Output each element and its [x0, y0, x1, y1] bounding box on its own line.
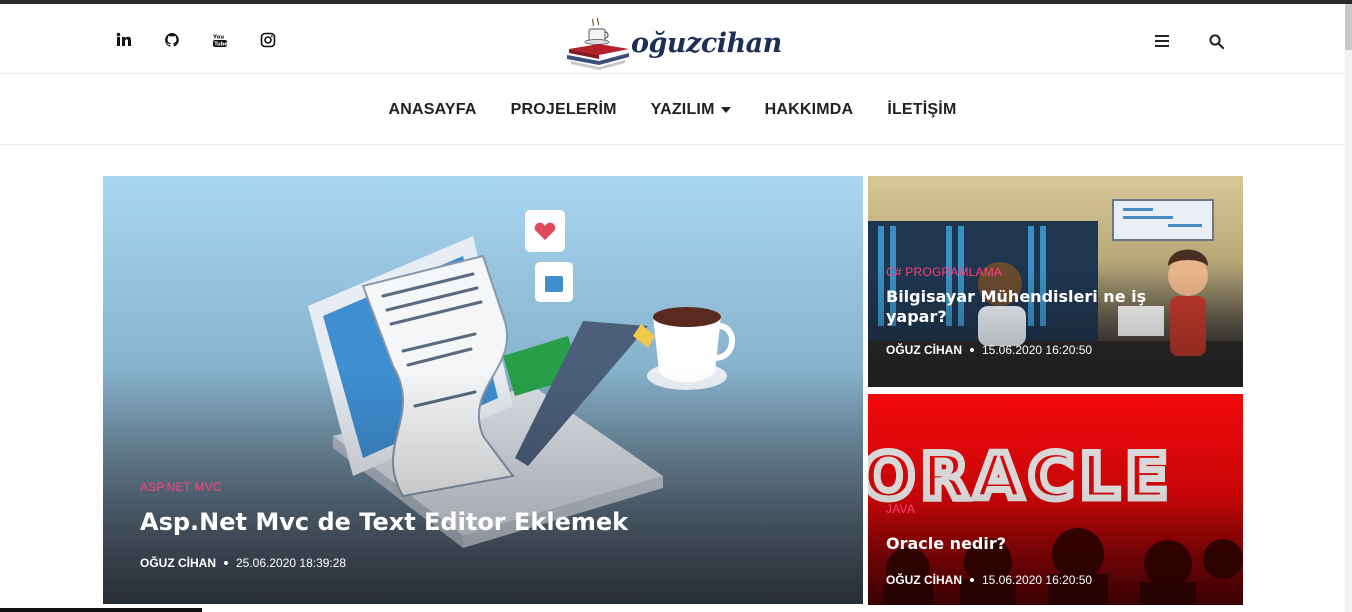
svg-text:Tube: Tube	[214, 42, 228, 48]
post-title[interactable]: Asp.Net Mvc de Text Editor Eklemek	[140, 508, 780, 536]
bottom-taskbar-edge	[0, 608, 202, 612]
main-navigation: ANASAYFA PROJELERİM YAZILIM HAKKIMDA İLE…	[0, 75, 1345, 145]
post-date: 25.06.2020 18:39:28	[236, 556, 347, 570]
post-meta: JAVA Oracle nedir? OĞUZ CİHAN 15.06.2020…	[886, 502, 1186, 587]
post-byline: OĞUZ CİHAN 15.06.2020 16:20:50	[886, 573, 1186, 587]
svg-text:You: You	[212, 35, 224, 41]
post-author[interactable]: OĞUZ CİHAN	[140, 556, 216, 570]
post-author[interactable]: OĞUZ CİHAN	[886, 573, 962, 587]
featured-post-side-1[interactable]: C# PROGRAMLAMA Bilgisayar Mühendisleri n…	[868, 176, 1243, 387]
post-byline: OĞUZ CİHAN 25.06.2020 18:39:28	[140, 556, 780, 570]
search-icon[interactable]	[1204, 30, 1228, 52]
instagram-icon[interactable]	[256, 28, 280, 52]
hamburger-menu-icon[interactable]	[1150, 30, 1174, 52]
nav-item-yazilim[interactable]: YAZILIM	[651, 101, 731, 119]
post-date: 15.06.2020 16:20:50	[982, 343, 1093, 357]
separator-dot	[224, 561, 228, 565]
nav-item-label: HAKKIMDA	[764, 100, 854, 118]
nav-item-label: ANASAYFA	[388, 100, 477, 118]
separator-dot	[970, 578, 974, 582]
header-actions	[1150, 30, 1228, 52]
post-author[interactable]: OĞUZ CİHAN	[886, 343, 962, 357]
scrollbar-track[interactable]	[1345, 4, 1352, 612]
featured-post-side-2[interactable]: ORACLE JAVA Oracle nedir? OĞUZ CİHAN 15.…	[868, 394, 1243, 605]
nav-item-label: YAZILIM	[650, 100, 715, 118]
coffee-books-logo-icon	[567, 17, 629, 70]
post-category[interactable]: ASP.NET MVC	[140, 480, 780, 494]
post-category[interactable]: C# PROGRAMLAMA	[886, 265, 1186, 279]
nav-item-hakkimda[interactable]: HAKKIMDA	[765, 101, 854, 119]
youtube-icon[interactable]: You Tube	[208, 28, 232, 52]
linkedin-icon[interactable]	[112, 28, 136, 52]
separator-dot	[970, 348, 974, 352]
post-byline: OĞUZ CİHAN 15.06.2020 16:20:50	[886, 343, 1186, 357]
site-logo[interactable]: oğuzcihan	[563, 10, 783, 76]
nav-item-projelerim[interactable]: PROJELERİM	[511, 101, 617, 119]
featured-post-main[interactable]: ASP.NET MVC Asp.Net Mvc de Text Editor E…	[103, 176, 863, 604]
logo-wordmark: oğuzcihan	[631, 27, 782, 59]
github-icon[interactable]	[160, 28, 184, 52]
post-category[interactable]: JAVA	[886, 502, 1186, 516]
post-date: 15.06.2020 16:20:50	[982, 573, 1093, 587]
site-header: You Tube oğuzcihan	[0, 4, 1345, 74]
caret-down-icon	[720, 106, 731, 113]
social-links: You Tube	[112, 28, 280, 52]
post-meta: C# PROGRAMLAMA Bilgisayar Mühendisleri n…	[886, 265, 1186, 357]
nav-item-iletisim[interactable]: İLETİŞİM	[887, 101, 956, 119]
post-title[interactable]: Oracle nedir?	[886, 534, 1186, 553]
post-title[interactable]: Bilgisayar Mühendisleri ne iş yapar?	[886, 287, 1186, 327]
post-meta: ASP.NET MVC Asp.Net Mvc de Text Editor E…	[140, 480, 780, 570]
nav-item-label: PROJELERİM	[510, 100, 617, 118]
scrollbar-thumb[interactable]	[1345, 4, 1352, 50]
nav-item-anasayfa[interactable]: ANASAYFA	[389, 101, 477, 119]
nav-item-label: İLETİŞİM	[887, 100, 957, 118]
